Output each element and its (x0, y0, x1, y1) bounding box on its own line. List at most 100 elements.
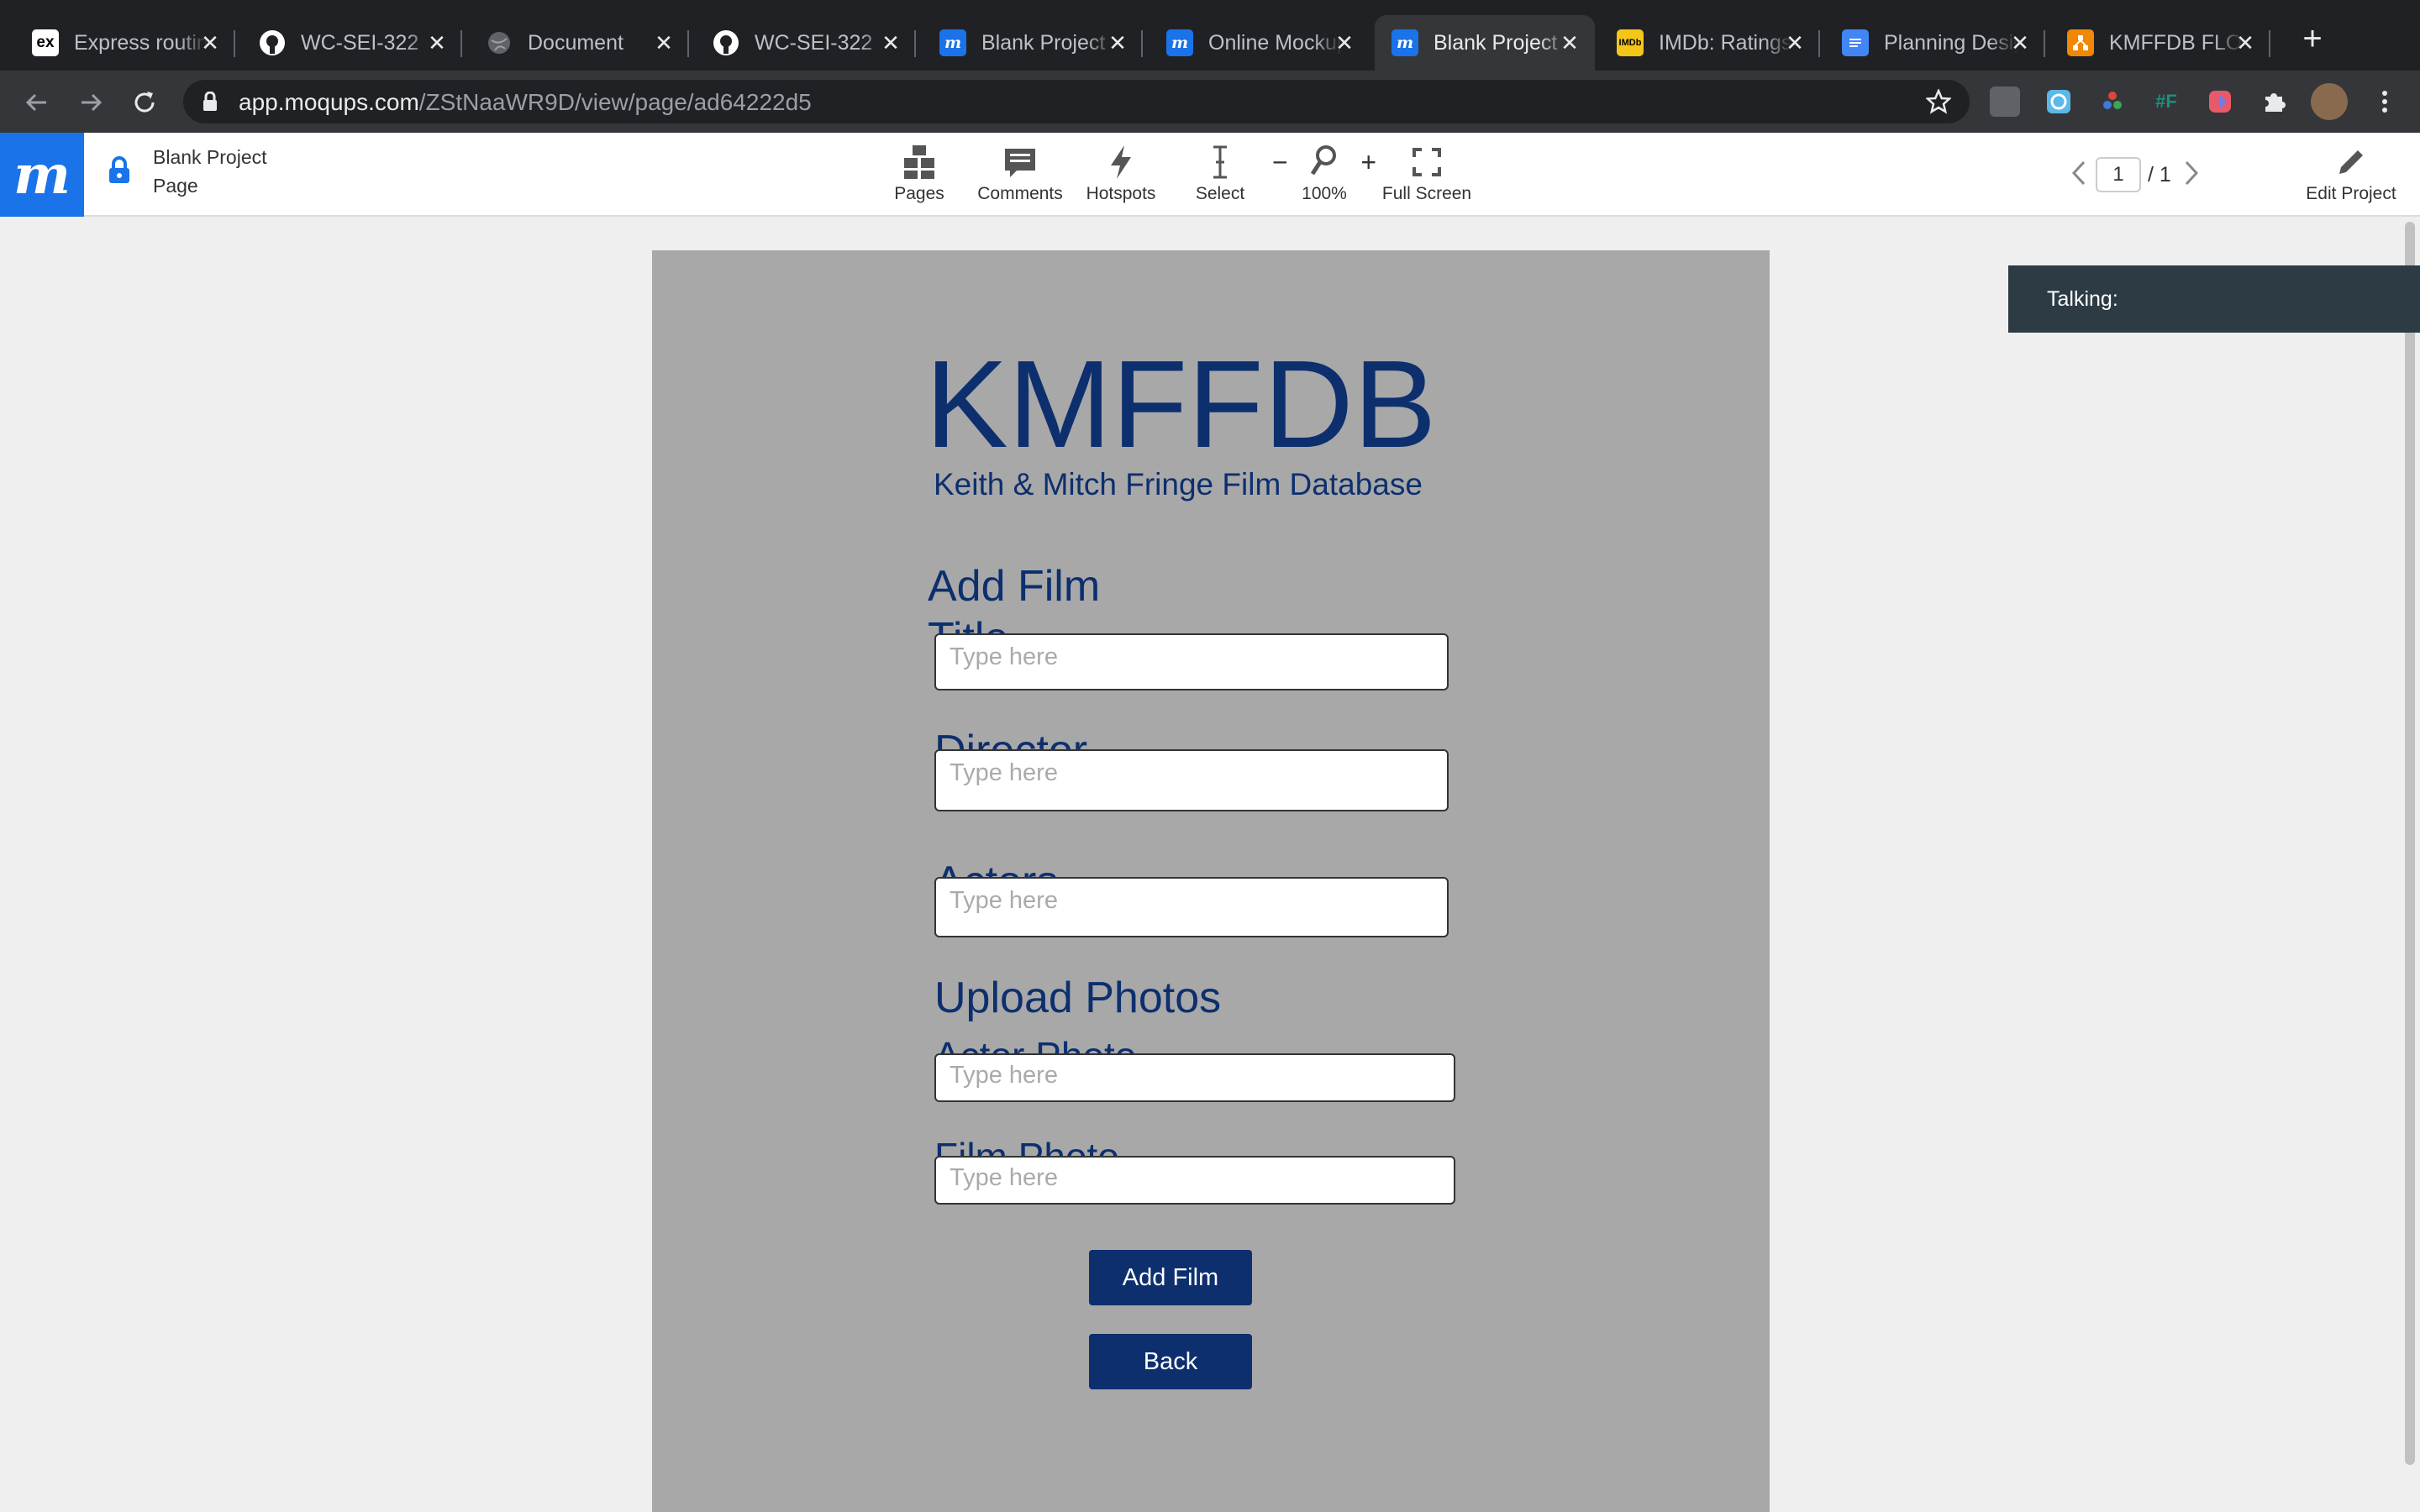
pages-tool[interactable]: Pages (889, 143, 950, 210)
page-total: / 1 (2148, 162, 2171, 186)
close-tab-icon[interactable]: ✕ (1331, 29, 1358, 56)
browser-tab[interactable]: Planning Design ✕ (1825, 15, 2045, 71)
zoom-in-icon[interactable]: + (1360, 147, 1376, 178)
edit-project-label: Edit Project (2306, 184, 2396, 203)
hotspots-tool[interactable]: Hotspots (1081, 143, 1161, 210)
moqups-icon: m (1166, 29, 1193, 56)
close-tab-icon[interactable]: ✕ (197, 29, 224, 56)
moqups-header: m Blank Project Page Pages Comments Hots… (0, 133, 2420, 217)
tab-title: Online Mockup (1208, 30, 1343, 55)
brand-tagline: Keith & Mitch Fringe Film Database (934, 467, 1423, 501)
director-input[interactable]: Type here (934, 749, 1449, 811)
previous-page-icon[interactable] (2069, 159, 2089, 192)
extension-gem-icon[interactable] (2205, 87, 2235, 117)
moqups-icon: m (1392, 29, 1418, 56)
extension-target-icon[interactable] (2044, 87, 2074, 117)
edit-project-button[interactable]: Edit Project (2294, 143, 2408, 210)
select-label: Select (1195, 184, 1245, 203)
hotspots-label: Hotspots (1086, 184, 1156, 203)
browser-tab-strip: ex Express routing ✕ WC-SEI-322 ✕ Docume… (0, 0, 2420, 71)
extensions-puzzle-icon[interactable] (2259, 87, 2289, 117)
docs-icon (1842, 29, 1869, 56)
page-name: Page (153, 175, 198, 197)
magnifier-icon (1309, 144, 1339, 181)
zoom-control: − + 100% (1272, 143, 1376, 210)
close-tab-icon[interactable]: ✕ (1104, 29, 1131, 56)
profile-avatar[interactable] (2311, 83, 2348, 120)
pages-icon (901, 143, 938, 181)
zoom-level: 100% (1302, 184, 1347, 203)
browser-tab[interactable]: Document ✕ (469, 15, 689, 71)
moqups-logo[interactable]: m (0, 133, 84, 217)
browser-tab-active[interactable]: m Blank Project ✕ (1375, 15, 1595, 71)
close-tab-icon[interactable]: ✕ (650, 29, 677, 56)
page-number-input[interactable]: 1 (2096, 157, 2141, 192)
tab-title: WC-SEI-322 (755, 30, 873, 55)
vertical-scrollbar[interactable] (2405, 222, 2415, 1465)
extension-icon[interactable] (1990, 87, 2020, 117)
lock-icon (202, 91, 218, 116)
actors-input[interactable]: Type here (934, 877, 1449, 937)
talking-indicator: Talking: (2008, 265, 2420, 333)
browser-tab[interactable]: IMDb IMDb: Ratings ✕ (1600, 15, 1820, 71)
browser-tab[interactable]: KMFFDB FLOW ✕ (2050, 15, 2270, 71)
drawio-icon (2067, 29, 2094, 56)
project-name: Blank Project (153, 146, 267, 168)
globe-icon (486, 29, 513, 56)
express-favicon-icon: ex (32, 29, 59, 56)
browser-tab[interactable]: WC-SEI-322 ✕ (696, 15, 916, 71)
actor-photo-input[interactable]: Type here (934, 1053, 1455, 1102)
film-photo-input[interactable]: Type here (934, 1156, 1455, 1205)
address-bar[interactable]: app.moqups.com/ZStNaaWR9D/view/page/ad64… (183, 80, 1970, 123)
tab-title: IMDb: Ratings (1659, 30, 1792, 55)
forward-arrow-icon[interactable] (72, 84, 109, 121)
close-tab-icon[interactable]: ✕ (2232, 29, 2259, 56)
extension-f-icon[interactable]: #F (2151, 87, 2181, 117)
github-icon (259, 29, 286, 56)
fullscreen-tool[interactable]: Full Screen (1380, 143, 1474, 210)
close-tab-icon[interactable]: ✕ (877, 29, 904, 56)
browser-tab[interactable]: ex Express routing ✕ (15, 15, 235, 71)
browser-menu-icon[interactable] (2370, 87, 2400, 117)
select-tool[interactable]: Select (1186, 143, 1254, 210)
imdb-icon: IMDb (1617, 29, 1644, 56)
pages-label: Pages (894, 184, 944, 203)
close-tab-icon[interactable]: ✕ (2007, 29, 2033, 56)
title-input[interactable]: Type here (934, 633, 1449, 690)
zoom-out-icon[interactable]: − (1272, 147, 1288, 178)
back-arrow-icon[interactable] (18, 84, 55, 121)
comments-tool[interactable]: Comments (975, 143, 1065, 210)
tab-title: Blank Project (1434, 30, 1558, 55)
extension-tree-icon[interactable] (2097, 87, 2128, 117)
add-film-button[interactable]: Add Film (1089, 1250, 1252, 1305)
pencil-icon (2334, 143, 2368, 181)
reload-icon[interactable] (126, 84, 163, 121)
close-tab-icon[interactable]: ✕ (1781, 29, 1808, 56)
fullscreen-icon (1412, 143, 1442, 181)
new-tab-icon[interactable]: + (2296, 20, 2329, 57)
tab-title: Document (528, 30, 623, 55)
close-tab-icon[interactable]: ✕ (1556, 29, 1583, 56)
moqups-icon: m (939, 29, 966, 56)
tab-title: Planning Design (1884, 30, 2018, 55)
tab-title: Blank Project (981, 30, 1106, 55)
text-cursor-icon (1210, 143, 1230, 181)
github-icon (713, 29, 739, 56)
back-button[interactable]: Back (1089, 1334, 1252, 1389)
bookmark-star-icon[interactable] (1924, 87, 1953, 118)
browser-tab[interactable]: WC-SEI-322 ✕ (242, 15, 462, 71)
next-page-icon[interactable] (2181, 159, 2202, 192)
browser-toolbar: app.moqups.com/ZStNaaWR9D/view/page/ad64… (0, 71, 2420, 133)
fullscreen-label: Full Screen (1381, 184, 1472, 203)
form-heading: Add Film (928, 562, 1101, 611)
lock-icon (108, 156, 131, 189)
browser-tab[interactable]: m Online Mockup ✕ (1150, 15, 1370, 71)
close-tab-icon[interactable]: ✕ (424, 29, 450, 56)
comments-icon (1002, 143, 1039, 181)
browser-tab[interactable]: m Blank Project ✕ (923, 15, 1143, 71)
page-pager: 1 / 1 (2069, 156, 2202, 193)
lightning-icon (1106, 143, 1136, 181)
tab-title: Express routing (74, 30, 208, 55)
canvas-viewport: KMFFDB Keith & Mitch Fringe Film Databas… (0, 218, 2420, 1512)
brand-title: KMFFDB (925, 335, 1437, 474)
